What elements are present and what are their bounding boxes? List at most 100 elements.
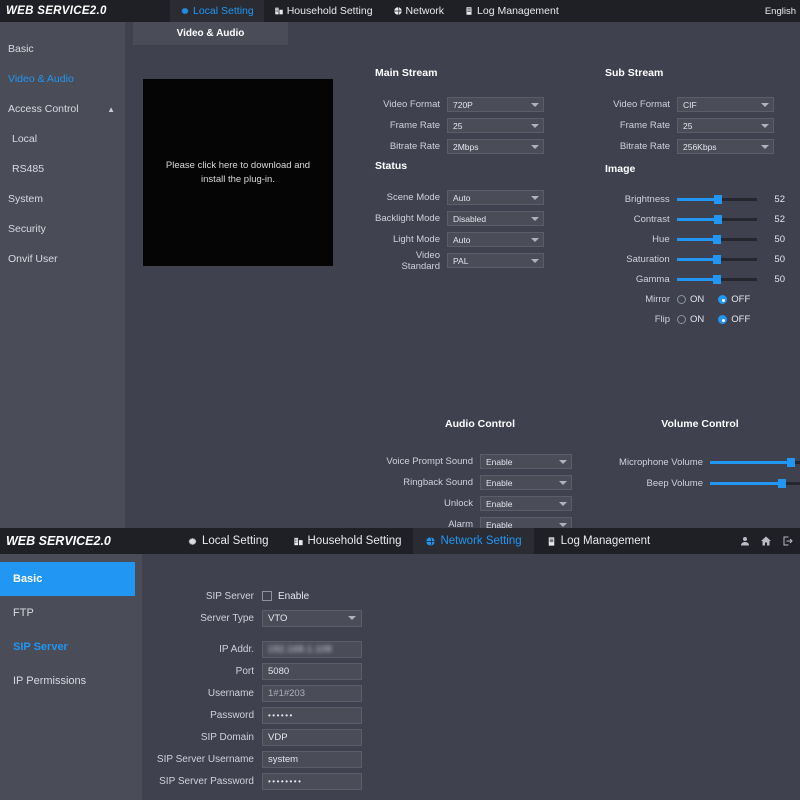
slider-row: Brightness 52 — [605, 189, 785, 209]
main-stream-frame-rate-select[interactable]: 25 — [447, 118, 544, 133]
unlock-sound-select[interactable]: Enable — [480, 496, 572, 511]
sidebar-item-local[interactable]: Local — [0, 124, 125, 154]
sidebar-item-access-control[interactable]: Access Control ▲ — [0, 94, 125, 124]
radio-label: OFF — [731, 293, 751, 305]
main-stream-title: Main Stream — [375, 67, 438, 79]
form-row: Scene Mode Auto — [375, 188, 545, 207]
field-label: Password — [210, 709, 254, 721]
image-section: Image Brightness 52 Contrast 52 Hue 50 S… — [605, 163, 785, 329]
sidebar2-item-basic[interactable]: Basic — [0, 562, 135, 596]
sip-domain-input[interactable]: VDP — [262, 728, 362, 746]
chevron-down-icon — [348, 616, 356, 620]
beep-volume-slider[interactable] — [710, 479, 800, 488]
field-label: Video Format — [613, 99, 670, 110]
user-icon[interactable] — [739, 535, 751, 547]
field-label: SIP Domain — [200, 731, 254, 743]
slider-row: Beep Volume 80 — [605, 473, 800, 494]
sub-stream-frame-rate-select[interactable]: 25 — [677, 118, 774, 133]
ip-addr-input[interactable]: 192.168.1.108 — [262, 640, 362, 658]
nav-tab-network[interactable]: Network — [383, 0, 455, 22]
sidebar-item-basic[interactable]: Basic — [0, 34, 125, 64]
flip-radio-on[interactable]: ON — [677, 314, 704, 325]
field-value: VTO — [268, 612, 288, 624]
nav-tab-label: Network Setting — [440, 535, 522, 547]
video-standard-select[interactable]: PAL — [447, 253, 544, 268]
nav-tab-household-setting[interactable]: Household Setting — [264, 0, 383, 22]
sidebar2-item-ftp[interactable]: FTP — [0, 596, 135, 630]
field-label: Contrast — [633, 213, 670, 225]
field-label: Ringback Sound — [403, 477, 473, 488]
nav2-tab-network-setting[interactable]: Network Setting — [413, 528, 534, 554]
sidebar-item-onvif-user[interactable]: Onvif User — [0, 244, 125, 274]
backlight-mode-select[interactable]: Disabled — [447, 211, 544, 226]
sidebar2-item-sip-server[interactable]: SIP Server — [0, 630, 135, 664]
sidebar-item-label: SIP Server — [13, 641, 68, 653]
language-selector[interactable]: English — [765, 6, 800, 17]
hue-slider[interactable] — [676, 234, 758, 244]
sip-server-password-input[interactable]: •••••••• — [262, 772, 362, 790]
video-preview-plugin-placeholder[interactable]: Please click here to download and instal… — [143, 79, 333, 266]
scene-mode-select[interactable]: Auto — [447, 190, 544, 205]
alarm-sound-select[interactable]: Enable — [480, 517, 572, 528]
main-stream-bitrate-rate-select[interactable]: 2Mbps — [447, 139, 544, 154]
mirror-radio-off[interactable]: OFF — [718, 294, 750, 305]
home-icon[interactable] — [760, 535, 772, 547]
form-row-ip-addr: IP Addr. 192.168.1.108 — [142, 638, 800, 660]
flip-radio-off[interactable]: OFF — [718, 314, 750, 325]
radio-label: ON — [690, 293, 705, 305]
microphone-volume-slider[interactable] — [710, 458, 800, 467]
password-input[interactable]: •••••• — [262, 706, 362, 724]
saturation-slider[interactable] — [676, 254, 758, 264]
nav2-tab-log-management[interactable]: Log Management — [534, 528, 663, 554]
field-value: Enable — [486, 456, 513, 467]
brightness-slider[interactable] — [676, 194, 758, 204]
sidebar-item-label: Video & Audio — [8, 73, 74, 85]
sidebar-item-security[interactable]: Security — [0, 214, 125, 244]
field-value: Disabled — [453, 213, 487, 224]
globe-icon — [425, 536, 436, 547]
nav-tab-local-setting[interactable]: Local Setting — [170, 0, 264, 22]
username-input[interactable]: 1#1#203 — [262, 684, 362, 702]
contrast-slider[interactable] — [676, 214, 758, 224]
sidebar-item-video-audio[interactable]: Video & Audio — [0, 64, 125, 94]
gamma-slider[interactable] — [676, 274, 758, 284]
chevron-down-icon — [559, 480, 567, 485]
sidebar-item-rs485[interactable]: RS485 — [0, 154, 125, 184]
sidebar2-item-ip-permissions[interactable]: IP Permissions — [0, 664, 135, 698]
nav2-tab-local-setting[interactable]: Local Setting — [175, 528, 281, 554]
form-row: Bitrate Rate 256Kbps — [605, 137, 775, 156]
radio-label: ON — [690, 313, 705, 325]
light-mode-select[interactable]: Auto — [447, 232, 544, 247]
field-value: •••••••• — [268, 776, 303, 786]
form-row: Light Mode Auto — [375, 230, 545, 249]
image-title: Image — [605, 163, 636, 175]
sip-server-username-input[interactable]: system — [262, 750, 362, 768]
nav2-tab-household-setting[interactable]: Household Setting — [281, 528, 414, 554]
sip-server-enable-checkbox[interactable]: Enable — [262, 591, 309, 602]
radio-dot-icon — [677, 314, 686, 324]
sub-stream-bitrate-rate-select[interactable]: 256Kbps — [677, 139, 774, 154]
radio-dot-icon — [677, 294, 686, 304]
form-row: Bitrate Rate 2Mbps — [375, 137, 545, 156]
screenshot-root: WEB SERVICE2.0 Local Setting Household S… — [0, 0, 800, 800]
logout-icon[interactable] — [781, 535, 794, 547]
plugin-placeholder-text: Please click here to download and instal… — [165, 159, 311, 185]
field-value: 5080 — [268, 665, 290, 677]
field-value: Auto — [453, 192, 471, 203]
checkbox-label: Enable — [278, 590, 310, 602]
main-stream-video-format-select[interactable]: 720P — [447, 97, 544, 112]
mirror-radio-on[interactable]: ON — [677, 294, 704, 305]
server-type-select[interactable]: VTO — [262, 609, 362, 627]
window-local-setting: WEB SERVICE2.0 Local Setting Household S… — [0, 0, 800, 528]
field-label: Video Standard — [401, 249, 440, 272]
sidebar-item-system[interactable]: System — [0, 184, 125, 214]
tab-video-audio[interactable]: Video & Audio — [133, 22, 288, 45]
sidebar-item-label: Basic — [13, 573, 43, 585]
sub-stream-video-format-select[interactable]: CIF — [677, 97, 774, 112]
ringback-sound-select[interactable]: Enable — [480, 475, 572, 490]
field-value: VDP — [268, 731, 288, 743]
voice-prompt-sound-select[interactable]: Enable — [480, 454, 572, 469]
nav-tab-log-management[interactable]: Log Management — [454, 0, 569, 22]
chevron-down-icon — [531, 195, 539, 200]
port-input[interactable]: 5080 — [262, 662, 362, 680]
